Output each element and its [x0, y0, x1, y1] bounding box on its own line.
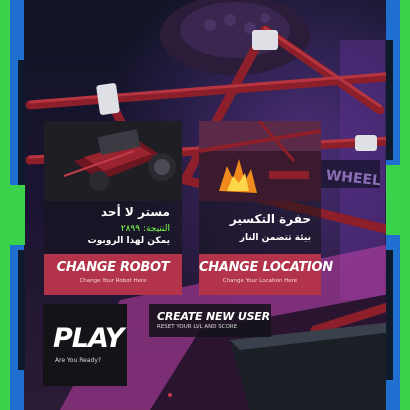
change-location-label: CHANGE LOCATION	[199, 260, 333, 275]
game-menu-screen: WHEEL مستر لا أحد النتيجة: ٢٨٩٩ يمكن لهذ…	[0, 0, 410, 410]
change-robot-sub: Change Your Robot Here	[79, 278, 147, 284]
create-new-user-button[interactable]: CREATE NEW USER RESET YOUR LVL AND SCORE	[149, 304, 271, 337]
robot-name: مستر لا أحد	[101, 205, 170, 219]
create-new-user-sub: RESET YOUR LVL AND SCORE	[157, 324, 238, 330]
location-description: بيئة تتضمن النار	[239, 233, 311, 243]
play-button[interactable]: PLAY Are You Ready?	[43, 304, 127, 386]
change-robot-label: CHANGE ROBOT	[56, 260, 170, 275]
robot-score: النتيجة: ٢٨٩٩	[120, 224, 170, 234]
location-name: حفرة التكسير	[229, 212, 311, 226]
create-new-user-label: CREATE NEW USER	[157, 310, 270, 323]
robot-usable: يمكن لهذا الروبوت	[87, 236, 170, 246]
play-sub: Are You Ready?	[55, 357, 102, 364]
location-card: حفرة التكسير بيئة تتضمن النار CHANGE LOC…	[199, 121, 333, 295]
play-label: PLAY	[53, 323, 124, 354]
robot-thumbnail	[44, 121, 182, 201]
left-edge-frame	[0, 0, 25, 410]
robot-card: مستر لا أحد النتيجة: ٢٨٩٩ يمكن لهذا الرو…	[44, 121, 182, 295]
change-robot-button[interactable]: CHANGE ROBOT Change Your Robot Here	[44, 254, 182, 295]
change-location-sub: Change Your Location Here	[222, 278, 298, 284]
change-location-button[interactable]: CHANGE LOCATION Change Your Location Her…	[199, 254, 333, 295]
location-thumbnail	[199, 121, 321, 201]
right-edge-frame	[386, 0, 410, 410]
